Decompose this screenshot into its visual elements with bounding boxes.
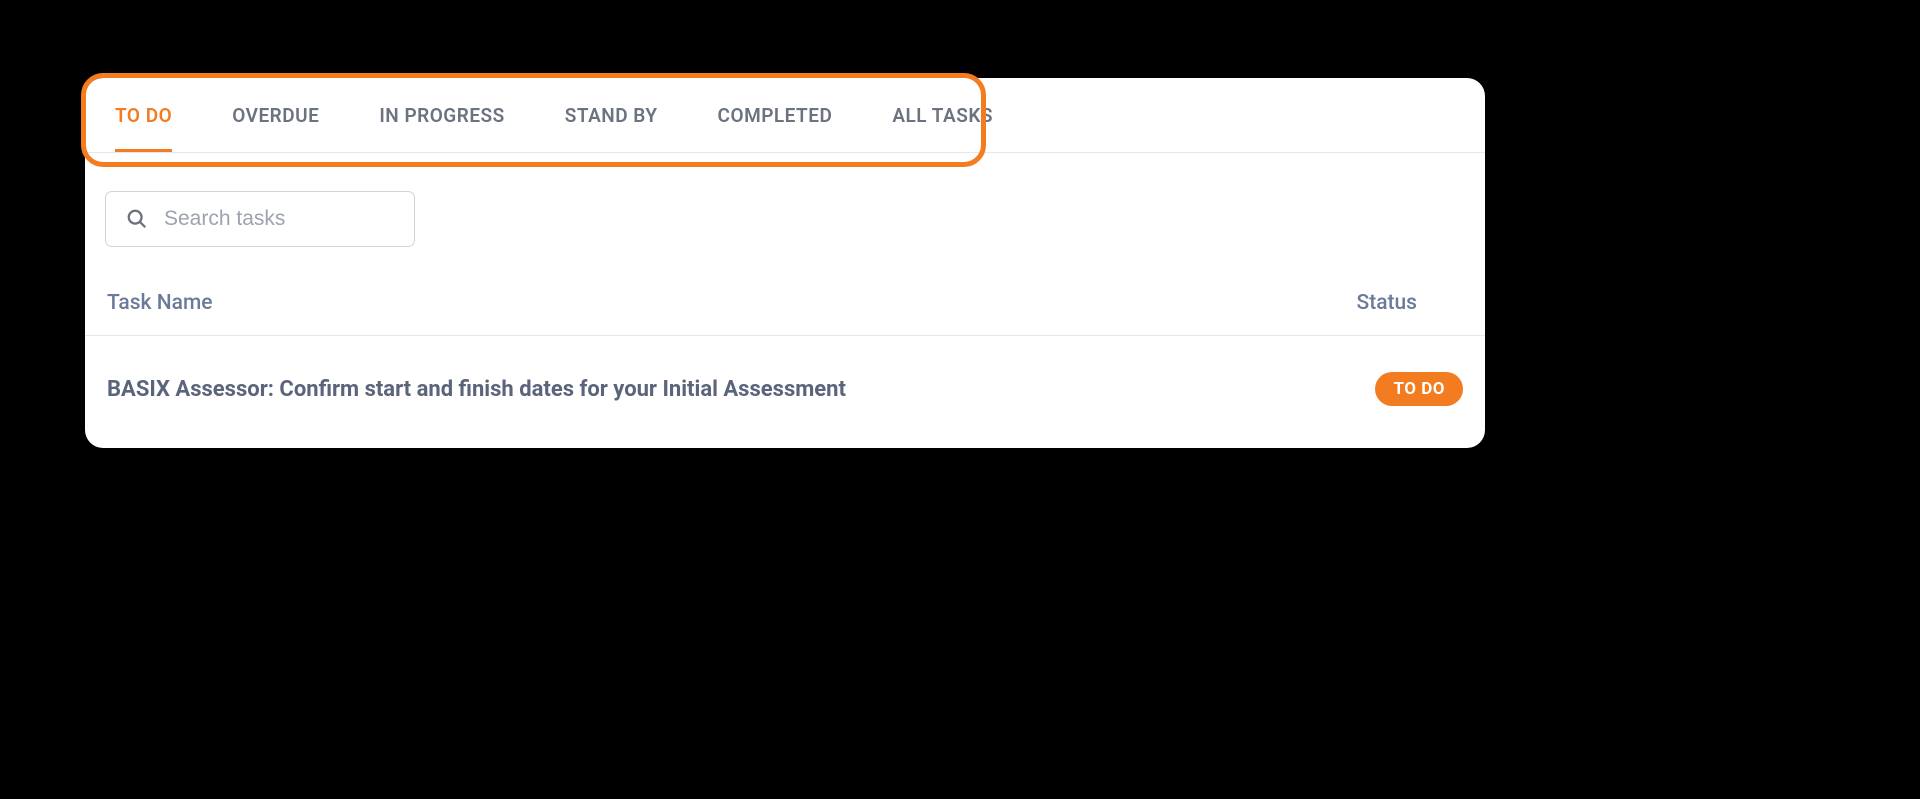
tabs-bar: TO DO OVERDUE IN PROGRESS STAND BY COMPL… — [85, 78, 1485, 153]
tab-all-tasks[interactable]: ALL TASKS — [892, 80, 1019, 151]
column-header-task-name: Task Name — [107, 291, 213, 315]
tab-stand-by[interactable]: STAND BY — [565, 80, 684, 151]
table-row[interactable]: BASIX Assessor: Confirm start and finish… — [85, 336, 1485, 448]
tab-completed[interactable]: COMPLETED — [718, 80, 859, 151]
status-badge: TO DO — [1375, 372, 1463, 406]
search-box[interactable] — [105, 191, 415, 247]
tab-overdue[interactable]: OVERDUE — [232, 80, 345, 151]
search-area — [85, 153, 1485, 247]
tab-to-do[interactable]: TO DO — [115, 80, 198, 151]
search-icon — [126, 208, 148, 230]
task-name: BASIX Assessor: Confirm start and finish… — [107, 377, 846, 402]
tasks-card: TO DO OVERDUE IN PROGRESS STAND BY COMPL… — [85, 78, 1485, 448]
table-header: Task Name Status — [85, 247, 1485, 336]
search-input[interactable] — [164, 207, 394, 231]
column-header-status: Status — [1356, 291, 1417, 315]
tab-in-progress[interactable]: IN PROGRESS — [379, 80, 530, 151]
